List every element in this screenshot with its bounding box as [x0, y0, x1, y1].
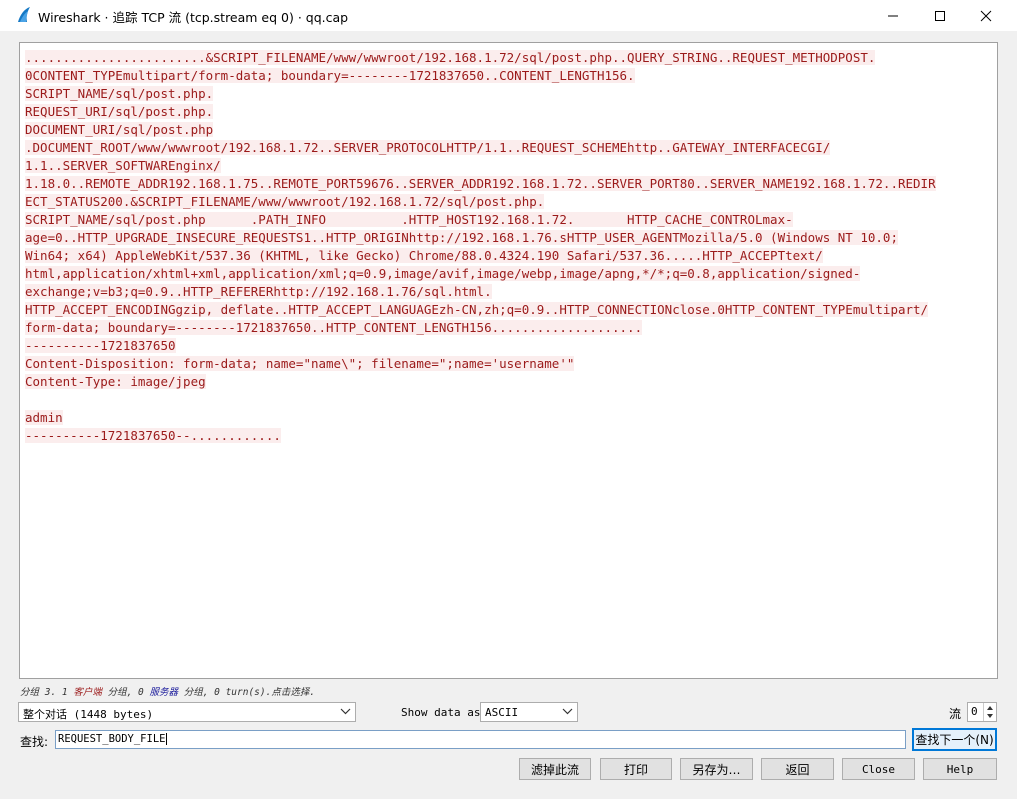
stream-line-text: ECT_STATUS200.&SCRIPT_FILENAME/www/wwwro… [25, 194, 545, 209]
status-middle: 分组, 0 [101, 687, 150, 698]
stream-line: Win64; x64) AppleWebKit/537.36 (KHTML, l… [25, 247, 936, 265]
conversation-select[interactable]: 整个对话 (1448 bytes) [18, 702, 356, 722]
client-label: 客户端 [73, 687, 102, 698]
stream-text: ........................&SCRIPT_FILENAME… [25, 49, 936, 445]
stream-line-text: 0CONTENT_TYPEmultipart/form-data; bounda… [25, 68, 635, 83]
stream-line: ECT_STATUS200.&SCRIPT_FILENAME/www/wwwro… [25, 193, 936, 211]
stream-line-text: admin [25, 410, 63, 425]
window-close-button[interactable] [963, 0, 1009, 31]
stream-line-text: 1.1..SERVER_SOFTWAREnginx/ [25, 158, 221, 173]
stream-line-text: age=0..HTTP_UPGRADE_INSECURE_REQUESTS1..… [25, 230, 898, 245]
stream-line-text: ........................&SCRIPT_FILENAME… [25, 50, 876, 65]
stream-line-text: ----------1721837650 [25, 338, 176, 353]
chevron-down-icon [562, 708, 573, 715]
stream-line-text: form-data; boundary=--------1721837650..… [25, 320, 643, 335]
stream-line: SCRIPT_NAME/sql/post.php .PATH_INFO .HTT… [25, 211, 936, 229]
status-suffix: 分组, 0 turn(s).点击选择. [177, 687, 316, 698]
conversation-select-value: 整个对话 (1448 bytes) [23, 708, 154, 721]
print-button[interactable]: 打印 [600, 758, 672, 780]
stream-line: .DOCUMENT_ROOT/www/wwwroot/192.168.1.72.… [25, 139, 936, 157]
stream-line-text: REQUEST_URI/sql/post.php. [25, 104, 214, 119]
stream-line-text: Content-Type: image/jpeg [25, 374, 206, 389]
stream-line: Content-Disposition: form-data; name="na… [25, 355, 936, 373]
find-next-button[interactable]: 查找下一个(N) [912, 728, 997, 751]
stream-line: SCRIPT_NAME/sql/post.php. [25, 85, 936, 103]
stream-line-text: 1.18.0..REMOTE_ADDR192.168.1.75..REMOTE_… [25, 176, 936, 191]
stream-line-text: html,application/xhtml+xml,application/x… [25, 266, 861, 281]
stream-line-text: SCRIPT_NAME/sql/post.php. [25, 86, 214, 101]
data-format-select[interactable]: ASCII [480, 702, 578, 722]
find-input-value: REQUEST_BODY_FILE [58, 733, 166, 745]
spin-down-icon[interactable] [986, 712, 994, 720]
maximize-icon [935, 10, 945, 21]
stream-content-pane[interactable]: ........................&SCRIPT_FILENAME… [19, 42, 998, 679]
find-label: 查找: [20, 735, 49, 749]
minimize-icon [888, 15, 898, 16]
stream-line-text: SCRIPT_NAME/sql/post.php .PATH_INFO .HTT… [25, 212, 793, 227]
stream-line-text: Content-Disposition: form-data; name="na… [25, 356, 575, 371]
stream-line-text: HTTP_ACCEPT_ENCODINGgzip, deflate..HTTP_… [25, 302, 929, 317]
stream-line-text: Win64; x64) AppleWebKit/537.36 (KHTML, l… [25, 248, 823, 263]
stream-line-text: .DOCUMENT_ROOT/www/wwwroot/192.168.1.72.… [25, 140, 831, 155]
packet-status-line: 分组 3. 1 客户端 分组, 0 服务器 分组, 0 turn(s).点击选择… [20, 684, 315, 698]
chevron-down-icon [340, 708, 351, 715]
help-button[interactable]: Help [923, 758, 997, 780]
close-button[interactable]: Close [842, 758, 915, 780]
stream-line-text: exchange;v=b3;q=0.9..HTTP_REFERERhttp://… [25, 284, 492, 299]
stream-line: HTTP_ACCEPT_ENCODINGgzip, deflate..HTTP_… [25, 301, 936, 319]
stream-line: Content-Type: image/jpeg [25, 373, 936, 391]
title-bar[interactable]: Wireshark · 追踪 TCP 流 (tcp.stream eq 0) ·… [0, 0, 1017, 31]
stream-label: 流 [949, 707, 962, 721]
stream-line: form-data; boundary=--------1721837650..… [25, 319, 936, 337]
maximize-button[interactable] [917, 0, 963, 31]
stream-line: ----------1721837650 [25, 337, 936, 355]
back-button[interactable]: 返回 [761, 758, 834, 780]
filter-out-stream-button[interactable]: 滤掉此流 [519, 758, 591, 780]
stream-line: 1.18.0..REMOTE_ADDR192.168.1.75..REMOTE_… [25, 175, 936, 193]
stream-line: exchange;v=b3;q=0.9..HTTP_REFERERhttp://… [25, 283, 936, 301]
find-input[interactable]: REQUEST_BODY_FILE [55, 730, 906, 749]
server-label: 服务器 [149, 687, 178, 698]
stream-line: age=0..HTTP_UPGRADE_INSECURE_REQUESTS1..… [25, 229, 936, 247]
stream-line-text: DOCUMENT_URI/sql/post.php [25, 122, 214, 137]
stream-line: ........................&SCRIPT_FILENAME… [25, 49, 936, 67]
wireshark-fin-icon [15, 6, 33, 24]
data-format-value: ASCII [485, 706, 519, 719]
spin-up-icon[interactable] [986, 704, 994, 712]
stream-number-spinbox[interactable]: 0 [967, 702, 997, 722]
minimize-button[interactable] [870, 0, 916, 31]
stream-line: 0CONTENT_TYPEmultipart/form-data; bounda… [25, 67, 936, 85]
stream-line: admin [25, 409, 936, 427]
stream-line: ----------1721837650--............ [25, 427, 936, 445]
show-data-as-label: Show data as [401, 706, 481, 719]
stream-line [25, 391, 936, 409]
stream-line: REQUEST_URI/sql/post.php. [25, 103, 936, 121]
status-prefix: 分组 3. 1 [20, 687, 74, 698]
stream-number-value: 0 [971, 705, 978, 718]
stream-line: 1.1..SERVER_SOFTWAREnginx/ [25, 157, 936, 175]
stream-line: DOCUMENT_URI/sql/post.php [25, 121, 936, 139]
save-as-button[interactable]: 另存为… [680, 758, 753, 780]
window-title: Wireshark · 追踪 TCP 流 (tcp.stream eq 0) ·… [38, 10, 349, 25]
stream-line-text: ----------1721837650--............ [25, 428, 281, 443]
close-icon [980, 10, 992, 21]
stream-line: html,application/xhtml+xml,application/x… [25, 265, 936, 283]
